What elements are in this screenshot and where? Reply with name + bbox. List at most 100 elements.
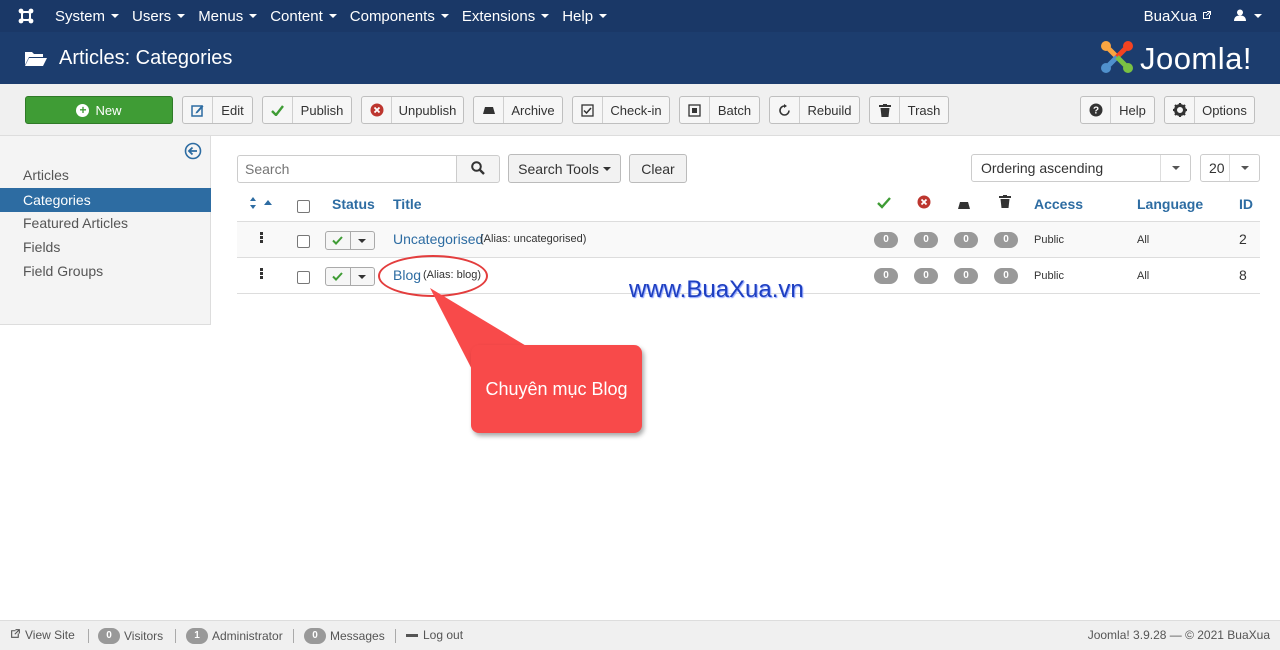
status-toggle[interactable] — [325, 267, 375, 286]
table-row: Uncategorised (Alias: uncategorised) 0 0… — [237, 222, 1260, 258]
row-checkbox[interactable] — [297, 271, 310, 284]
archive-button[interactable]: Archive — [473, 96, 563, 124]
new-button-label: New — [95, 102, 122, 118]
joomla-logo-icon[interactable] — [0, 0, 52, 32]
checkin-button[interactable]: Check-in — [572, 96, 670, 124]
help-button[interactable]: ? Help — [1080, 96, 1155, 124]
archived-count-badge[interactable]: 0 — [954, 268, 978, 284]
limit-select[interactable]: 20 — [1200, 154, 1260, 182]
drag-handle-icon[interactable] — [260, 268, 263, 280]
chevron-down-icon — [602, 166, 611, 171]
logout-link[interactable]: Log out — [406, 628, 463, 642]
access-cell: Public — [1034, 234, 1064, 246]
site-name: BuaXua — [1143, 7, 1197, 25]
search-tools-button[interactable]: Search Tools — [508, 154, 621, 183]
chevron-down-icon — [599, 14, 608, 18]
access-header[interactable]: Access — [1034, 196, 1083, 212]
ordering-select[interactable]: Ordering ascending — [971, 154, 1191, 182]
sidebar-item-featured-articles[interactable]: Featured Articles — [0, 211, 211, 235]
gear-icon — [1165, 97, 1195, 123]
category-alias: (Alias: uncategorised) — [480, 233, 587, 245]
svg-text:?: ? — [1092, 106, 1098, 117]
menu-system[interactable]: System — [55, 0, 129, 32]
row-checkbox[interactable] — [297, 235, 310, 248]
select-all-checkbox[interactable] — [297, 200, 310, 213]
archived-header-icon[interactable] — [957, 197, 971, 213]
id-header[interactable]: ID — [1239, 196, 1253, 212]
published-check-icon[interactable] — [326, 232, 351, 249]
rebuild-button[interactable]: Rebuild — [769, 96, 860, 124]
administrator-label: Administrator — [212, 629, 283, 643]
category-title-link[interactable]: Uncategorised — [393, 231, 483, 247]
search-input[interactable] — [237, 155, 457, 183]
question-circle-icon: ? — [1081, 97, 1111, 123]
published-count-badge[interactable]: 0 — [874, 268, 898, 284]
published-count-badge[interactable]: 0 — [874, 232, 898, 248]
unpublish-button[interactable]: Unpublish — [361, 96, 464, 124]
user-menu[interactable] — [1234, 8, 1262, 25]
language-header[interactable]: Language — [1137, 196, 1203, 212]
unpublished-header-icon[interactable] — [917, 195, 931, 212]
sidebar: Articles Categories Featured Articles Fi… — [0, 136, 211, 325]
unpublished-count-badge[interactable]: 0 — [914, 232, 938, 248]
sidebar-item-categories[interactable]: Categories — [0, 188, 211, 212]
trashed-header-icon[interactable] — [999, 195, 1011, 211]
joomla-brand-icon — [1098, 38, 1136, 79]
admin-count-badge: 1 — [186, 628, 208, 644]
brand-text: Joomla! — [1139, 40, 1252, 76]
archive-button-label: Archive — [511, 102, 555, 118]
batch-button[interactable]: Batch — [679, 96, 760, 124]
new-button[interactable]: + New — [25, 96, 173, 124]
sort-ordering-icon[interactable] — [249, 196, 275, 212]
drag-handle-icon[interactable] — [260, 232, 263, 244]
trashed-count-badge[interactable]: 0 — [994, 232, 1018, 248]
status-toggle[interactable] — [325, 231, 375, 250]
status-dropdown-icon[interactable] — [351, 268, 375, 285]
archive-icon — [474, 97, 504, 123]
clear-button[interactable]: Clear — [629, 154, 687, 183]
archived-count-badge[interactable]: 0 — [954, 232, 978, 248]
chevron-down-icon — [1160, 155, 1190, 181]
checkin-button-label: Check-in — [610, 102, 662, 118]
sidebar-item-articles[interactable]: Articles — [0, 163, 211, 187]
search-button[interactable] — [456, 155, 500, 183]
menu-extensions[interactable]: Extensions — [462, 0, 559, 32]
publish-button[interactable]: Publish — [262, 96, 352, 124]
trashed-count-badge[interactable]: 0 — [994, 268, 1018, 284]
menu-help-label: Help — [562, 7, 594, 25]
visitors-link[interactable]: 0 Visitors — [98, 628, 163, 644]
site-link[interactable]: BuaXua — [1144, 8, 1212, 25]
sidebar-item-field-groups[interactable]: Field Groups — [0, 259, 211, 283]
published-check-icon[interactable] — [326, 268, 351, 285]
menu-content[interactable]: Content — [270, 0, 347, 32]
checkmark-icon — [263, 97, 293, 123]
messages-link[interactable]: 0 Messages — [304, 628, 385, 644]
trash-button[interactable]: Trash — [869, 96, 949, 124]
status-header[interactable]: Status — [332, 196, 375, 212]
administrator-link[interactable]: 1 Administrator — [186, 628, 283, 644]
batch-icon — [680, 97, 710, 123]
menu-help[interactable]: Help — [562, 0, 617, 32]
view-site-link[interactable]: View Site — [10, 628, 75, 642]
watermark-text: www.BuaXua.vn — [629, 276, 804, 303]
menu-menus[interactable]: Menus — [198, 0, 267, 32]
published-header-icon[interactable] — [877, 196, 891, 212]
menu-extensions-label: Extensions — [461, 7, 536, 25]
footer-divider — [88, 629, 89, 643]
toolbar: + New Edit Publish Unpublish Archive Che… — [0, 84, 1280, 136]
page-header: Articles: Categories Joomla! — [0, 32, 1280, 84]
menu-components[interactable]: Components — [350, 0, 459, 32]
menu-system-label: System — [55, 7, 106, 25]
folder-open-icon — [25, 50, 47, 66]
title-header[interactable]: Title — [393, 196, 422, 212]
publish-button-label: Publish — [300, 102, 344, 118]
unpublished-count-badge[interactable]: 0 — [914, 268, 938, 284]
menu-users[interactable]: Users — [132, 0, 195, 32]
collapse-sidebar-icon[interactable] — [184, 142, 202, 163]
edit-button[interactable]: Edit — [182, 96, 253, 124]
rebuild-button-label: Rebuild — [807, 102, 852, 118]
sidebar-item-fields[interactable]: Fields — [0, 235, 211, 259]
minus-icon — [406, 633, 418, 637]
options-button[interactable]: Options — [1164, 96, 1255, 124]
status-dropdown-icon[interactable] — [351, 232, 375, 249]
